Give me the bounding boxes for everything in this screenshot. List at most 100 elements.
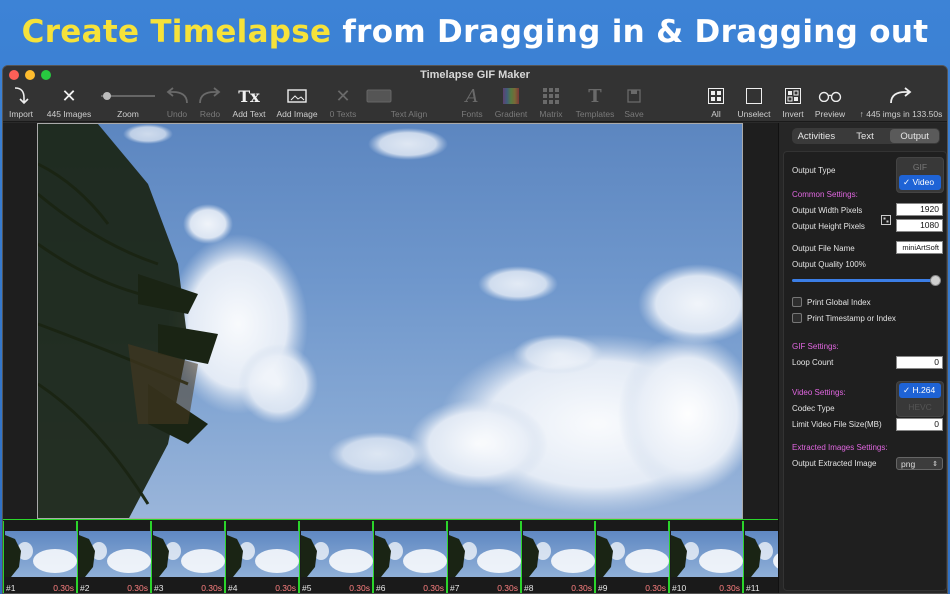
frame-duration: 0.30s: [645, 583, 666, 593]
frame-image: [375, 531, 447, 577]
frame-duration: 0.30s: [719, 583, 740, 593]
extracted-format-select[interactable]: png ⇕: [896, 457, 943, 470]
close-icon: ✕: [61, 85, 77, 106]
tab-activities[interactable]: Activities: [792, 128, 841, 144]
unselect-button[interactable]: Unselect: [735, 84, 773, 122]
frame-index: #8: [524, 583, 534, 593]
frame-duration: 0.30s: [423, 583, 444, 593]
print-timestamp-label: Print Timestamp or Index: [807, 314, 896, 323]
frame-index: #10: [672, 583, 687, 593]
extracted-format-value: png: [901, 458, 916, 469]
save-button[interactable]: Save: [621, 84, 647, 122]
toolbar: Import ✕ 445 Images Zoom Undo Redo Tx Ad…: [3, 84, 947, 122]
frame-index: #9: [598, 583, 608, 593]
frame-thumbnail[interactable]: #2 0.30s: [77, 521, 151, 593]
redo-button[interactable]: Redo: [196, 84, 224, 122]
frame-index: #5: [302, 583, 312, 593]
close-window-button[interactable]: [9, 70, 19, 80]
texts-count-button[interactable]: ✕ 0 Texts: [327, 84, 359, 122]
add-image-button[interactable]: Add Image: [275, 84, 319, 122]
frame-index: #4: [228, 583, 238, 593]
width-field[interactable]: 1920: [896, 203, 943, 216]
font-icon: A: [465, 85, 479, 107]
settings-panel: Activities Text Output Output Type GIF ✓…: [778, 123, 947, 593]
print-global-index-checkbox[interactable]: [792, 297, 802, 307]
option-h264[interactable]: ✓ H.264: [899, 383, 941, 398]
frame-thumbnail[interactable]: #6 0.30s: [373, 521, 447, 593]
frame-index: #6: [376, 583, 386, 593]
frame-index: #7: [450, 583, 460, 593]
limit-size-field[interactable]: 0: [896, 418, 943, 431]
grid-icon: [708, 84, 724, 108]
tab-text[interactable]: Text: [841, 128, 890, 144]
frame-image: [523, 531, 595, 577]
codec-popup[interactable]: ✓ H.264 HEVC: [896, 381, 944, 417]
sky-photo: [38, 124, 742, 518]
frame-thumbnail[interactable]: #10 0.30s: [669, 521, 743, 593]
filename-field[interactable]: miniArtSoft: [896, 241, 943, 254]
option-video[interactable]: ✓ Video: [899, 175, 941, 190]
minimize-window-button[interactable]: [25, 70, 35, 80]
loop-count-label: Loop Count: [792, 358, 834, 367]
quality-slider[interactable]: [792, 279, 936, 282]
option-hevc[interactable]: HEVC: [899, 399, 941, 414]
frame-thumbnail[interactable]: #5 0.30s: [299, 521, 373, 593]
select-all-button[interactable]: All: [705, 84, 727, 122]
frame-index: #1: [6, 583, 16, 593]
link-ratio-icon[interactable]: [881, 212, 891, 225]
promo-banner: Create Timelapse from Dragging in & Drag…: [0, 0, 950, 64]
output-type-popup[interactable]: GIF ✓ Video: [896, 157, 944, 193]
limit-size-label: Limit Video File Size(MB): [792, 420, 882, 429]
frame-image: [671, 531, 743, 577]
add-text-button[interactable]: Tx Add Text: [229, 84, 269, 122]
frame-image: [5, 531, 77, 577]
frame-duration: 0.30s: [53, 583, 74, 593]
undo-button[interactable]: Undo: [163, 84, 191, 122]
quality-slider-knob[interactable]: [930, 275, 941, 286]
codec-type-label: Codec Type: [792, 404, 835, 413]
chevron-updown-icon: ⇕: [932, 460, 938, 468]
preview-button[interactable]: Preview: [813, 84, 847, 122]
matrix-button[interactable]: Matrix: [535, 84, 567, 122]
option-gif[interactable]: GIF: [899, 159, 941, 174]
images-count-button[interactable]: ✕ 445 Images: [43, 84, 95, 122]
zoom-window-button[interactable]: [41, 70, 51, 80]
gif-settings-heading: GIF Settings:: [792, 342, 839, 351]
frame-image: [227, 531, 299, 577]
grid-icon: [543, 84, 559, 108]
frame-thumbnail[interactable]: #4 0.30s: [225, 521, 299, 593]
gradient-button[interactable]: Gradient: [492, 84, 530, 122]
zoom-slider[interactable]: Zoom: [99, 84, 157, 122]
tab-output[interactable]: Output: [890, 129, 940, 143]
text-align-button[interactable]: Text Align: [387, 84, 431, 122]
import-button[interactable]: Import: [5, 84, 37, 122]
height-field[interactable]: 1080: [896, 219, 943, 232]
banner-highlight: Create Timelapse: [21, 14, 332, 50]
glasses-icon: [818, 84, 842, 108]
invert-button[interactable]: Invert: [781, 84, 805, 122]
frame-thumbnail[interactable]: #3 0.30s: [151, 521, 225, 593]
frame-duration: 0.30s: [571, 583, 592, 593]
window-title: Timelapse GIF Maker: [420, 69, 530, 81]
frame-duration: 0.30s: [201, 583, 222, 593]
frame-thumbnail[interactable]: #1 0.30s: [3, 521, 77, 593]
height-label: Output Height Pixels: [792, 222, 865, 231]
frame-image: [301, 531, 373, 577]
panel-tabs: Activities Text Output: [792, 128, 940, 144]
frame-index: #2: [80, 583, 90, 593]
preview-canvas[interactable]: [37, 123, 743, 519]
image-icon: [287, 84, 307, 108]
templates-button[interactable]: T Templates: [573, 84, 617, 122]
frame-index: #3: [154, 583, 164, 593]
loop-count-field[interactable]: 0: [896, 356, 943, 369]
video-settings-heading: Video Settings:: [792, 388, 846, 397]
print-timestamp-checkbox[interactable]: [792, 313, 802, 323]
frame-thumbnail[interactable]: #9 0.30s: [595, 521, 669, 593]
extracted-settings-heading: Extracted Images Settings:: [792, 443, 888, 452]
quality-label: Output Quality 100%: [792, 260, 866, 269]
frame-thumbnail[interactable]: #7 0.30s: [447, 521, 521, 593]
frame-thumbnail[interactable]: #8 0.30s: [521, 521, 595, 593]
export-button[interactable]: ↑ 445 imgs in 133.50s: [855, 84, 947, 122]
frame-duration: 0.30s: [349, 583, 370, 593]
fonts-button[interactable]: A Fonts: [457, 84, 487, 122]
